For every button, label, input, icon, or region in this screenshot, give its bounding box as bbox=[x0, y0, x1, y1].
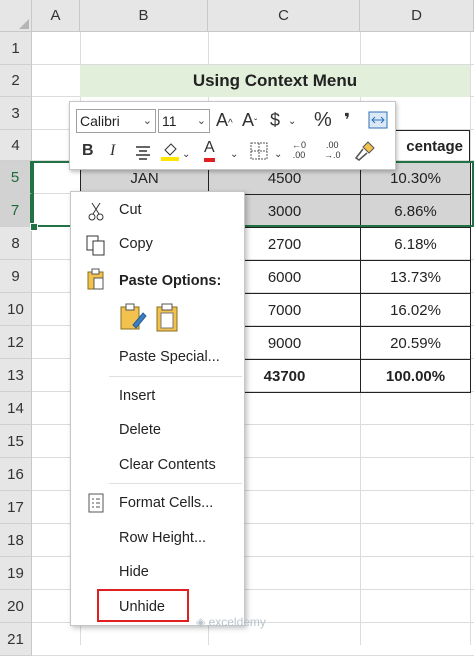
context-menu: Cut Copy Paste Options: Paste Special...… bbox=[70, 191, 245, 626]
format-cells-icon bbox=[88, 493, 104, 513]
decrease-decimal-icon: .00 bbox=[326, 140, 339, 150]
menu-separator bbox=[109, 483, 242, 484]
mini-toolbar: Calibri ⌄ 11 ⌄ A^ Aˇ $ ⌄ % ❜ B I ⌄ A ⌄ ⌄… bbox=[69, 101, 396, 170]
watermark-text: exceldemy bbox=[208, 615, 266, 629]
comma-icon: ❜ bbox=[344, 110, 351, 130]
font-name-value: Calibri bbox=[80, 113, 120, 129]
row-header[interactable]: 5 bbox=[0, 161, 32, 194]
menu-item-paste-special[interactable]: Paste Special... bbox=[119, 349, 220, 365]
row-header[interactable]: 19 bbox=[0, 557, 32, 590]
row-header[interactable]: 12 bbox=[0, 326, 32, 359]
menu-item-clear-contents[interactable]: Clear Contents bbox=[119, 457, 216, 473]
menu-item-format-cells[interactable]: Format Cells... bbox=[119, 495, 213, 511]
merge-center-button[interactable] bbox=[368, 111, 388, 135]
menu-item-insert[interactable]: Insert bbox=[119, 388, 155, 404]
comma-style-button[interactable]: ❜ bbox=[344, 108, 350, 132]
shrink-font-icon: A bbox=[242, 110, 255, 130]
table-cell-d[interactable]: 6.86% bbox=[360, 194, 471, 228]
font-size-box[interactable]: 11 ⌄ bbox=[158, 109, 210, 133]
table-cell-d[interactable]: 13.73% bbox=[360, 260, 471, 294]
table-cell-d[interactable]: 100.00% bbox=[360, 359, 471, 393]
row-header[interactable]: 20 bbox=[0, 590, 32, 623]
grow-font-icon: A bbox=[216, 110, 229, 130]
align-center-icon bbox=[136, 146, 150, 160]
font-name-box[interactable]: Calibri ⌄ bbox=[76, 109, 156, 133]
font-color-button[interactable]: A bbox=[204, 138, 215, 162]
currency-format-button[interactable]: $ bbox=[270, 108, 280, 132]
column-header-d[interactable]: D bbox=[360, 0, 474, 32]
italic-icon: I bbox=[110, 142, 116, 159]
paste-options-label: Paste Options: bbox=[119, 273, 222, 289]
menu-item-delete[interactable]: Delete bbox=[119, 422, 161, 438]
menu-item-copy[interactable]: Copy bbox=[119, 236, 153, 252]
bold-icon: B bbox=[82, 142, 94, 159]
bold-button[interactable]: B bbox=[82, 139, 94, 163]
chevron-down-icon[interactable]: ⌄ bbox=[182, 143, 190, 167]
borders-button[interactable] bbox=[250, 142, 268, 166]
font-size-value: 11 bbox=[162, 113, 177, 129]
row-header[interactable]: 21 bbox=[0, 623, 32, 656]
menu-item-unhide[interactable]: Unhide bbox=[119, 599, 165, 615]
paste-formatting-icon[interactable] bbox=[119, 303, 147, 333]
row-header[interactable]: 4 bbox=[0, 130, 32, 161]
row-header[interactable]: 17 bbox=[0, 491, 32, 524]
decrease-decimal-button[interactable]: .00 →.0 bbox=[324, 140, 341, 160]
menu-item-row-height[interactable]: Row Height... bbox=[119, 530, 206, 546]
table-cell-d[interactable]: 20.59% bbox=[360, 326, 471, 360]
increase-font-size-button[interactable]: A^ bbox=[216, 108, 233, 136]
title-cell[interactable]: Using Context Menu bbox=[80, 65, 470, 97]
row-header[interactable]: 15 bbox=[0, 425, 32, 458]
row-header[interactable]: 8 bbox=[0, 227, 32, 260]
watermark-logo-icon: ◈ bbox=[196, 615, 209, 629]
paste-clipboard-icon[interactable] bbox=[155, 303, 181, 333]
borders-icon bbox=[250, 142, 268, 160]
scissors-icon bbox=[88, 202, 104, 221]
paste-icon bbox=[87, 268, 104, 290]
row-header[interactable]: 18 bbox=[0, 524, 32, 557]
row-header[interactable]: 3 bbox=[0, 97, 32, 130]
column-header-a[interactable]: A bbox=[32, 0, 80, 32]
table-cell-d[interactable]: 16.02% bbox=[360, 293, 471, 327]
format-painter-button[interactable] bbox=[354, 140, 376, 168]
row-header[interactable]: 16 bbox=[0, 458, 32, 491]
chevron-down-icon: ⌄ bbox=[196, 115, 206, 127]
font-color-icon: A bbox=[204, 139, 215, 156]
fill-color-button[interactable] bbox=[160, 140, 180, 168]
merge-center-icon bbox=[368, 111, 388, 129]
increase-decimal-button[interactable]: ←0.00 bbox=[292, 140, 306, 160]
column-header-c[interactable]: C bbox=[208, 0, 360, 32]
chevron-down-icon[interactable]: ⌄ bbox=[230, 143, 238, 167]
chevron-down-icon[interactable]: ⌄ bbox=[288, 110, 296, 134]
chevron-down-icon[interactable]: ⌄ bbox=[274, 143, 282, 167]
row-header[interactable]: 1 bbox=[0, 32, 32, 65]
menu-item-hide[interactable]: Hide bbox=[119, 564, 149, 580]
row-header[interactable]: 14 bbox=[0, 392, 32, 425]
percent-style-button[interactable]: % bbox=[314, 108, 332, 132]
decrease-font-size-button[interactable]: Aˇ bbox=[242, 108, 257, 136]
row-header[interactable]: 9 bbox=[0, 260, 32, 293]
currency-icon: $ bbox=[270, 110, 281, 130]
chevron-down-icon: ⌄ bbox=[142, 115, 152, 127]
row-header[interactable]: 13 bbox=[0, 359, 32, 392]
copy-icon bbox=[86, 235, 105, 256]
italic-button[interactable]: I bbox=[110, 139, 115, 163]
fill-handle[interactable] bbox=[30, 223, 38, 231]
menu-separator bbox=[109, 376, 242, 377]
table-cell-d[interactable]: 6.18% bbox=[360, 227, 471, 261]
column-header-b[interactable]: B bbox=[80, 0, 208, 32]
menu-item-cut[interactable]: Cut bbox=[119, 202, 142, 218]
row-header[interactable]: 2 bbox=[0, 65, 32, 97]
percent-icon: % bbox=[314, 109, 332, 131]
row-header[interactable]: 7 bbox=[0, 194, 32, 227]
align-center-button[interactable] bbox=[134, 142, 152, 166]
increase-decimal-icon: .00 bbox=[292, 150, 306, 160]
paintbrush-icon bbox=[354, 141, 375, 161]
select-all-corner[interactable] bbox=[0, 0, 32, 32]
fill-color-icon bbox=[161, 143, 179, 161]
row-header[interactable]: 10 bbox=[0, 293, 32, 326]
watermark: ◈ exceldemy bbox=[196, 615, 266, 629]
